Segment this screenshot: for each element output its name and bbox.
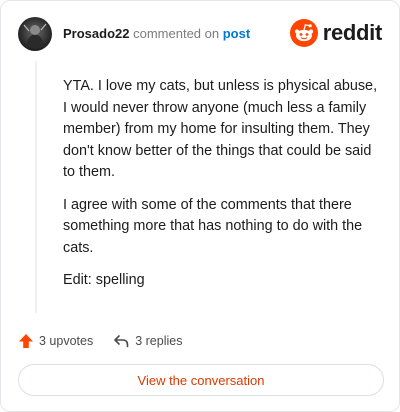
reddit-logo-icon [289,19,318,47]
reddit-wordmark: reddit [322,20,383,45]
username[interactable]: Prosado22 [63,26,129,41]
comment-meta: Prosado22 commented on post [63,26,250,42]
comment-paragraph: YTA. I love my cats, but unless is physi… [63,78,378,180]
comment-header: Prosado22 commented on post reddit [18,17,382,51]
comment-paragraph: Edit: spelling [63,272,145,288]
thread-line [35,61,37,313]
reply-count: 3 replies [135,334,183,348]
upvote-button[interactable]: 3 upvotes [18,333,93,349]
reddit-brand[interactable]: reddit [289,19,383,47]
reply-arrow-icon [114,335,129,348]
embedded-comment-card: Prosado22 commented on post reddit YTA. … [0,0,400,412]
comment-paragraph: I agree with some of the comments that t… [63,196,363,256]
comment-actions: 3 upvotes 3 replies [18,331,202,351]
view-conversation-button[interactable]: View the conversation [18,364,384,396]
comment-action-text: commented on [133,26,220,41]
upvote-arrow-icon [19,334,33,348]
upvote-count: 3 upvotes [39,334,94,348]
comment-body: YTA. I love my cats, but unless is physi… [63,76,381,303]
post-link[interactable]: post [223,26,250,41]
user-avatar[interactable] [18,17,52,51]
replies-button[interactable]: 3 replies [113,333,182,349]
